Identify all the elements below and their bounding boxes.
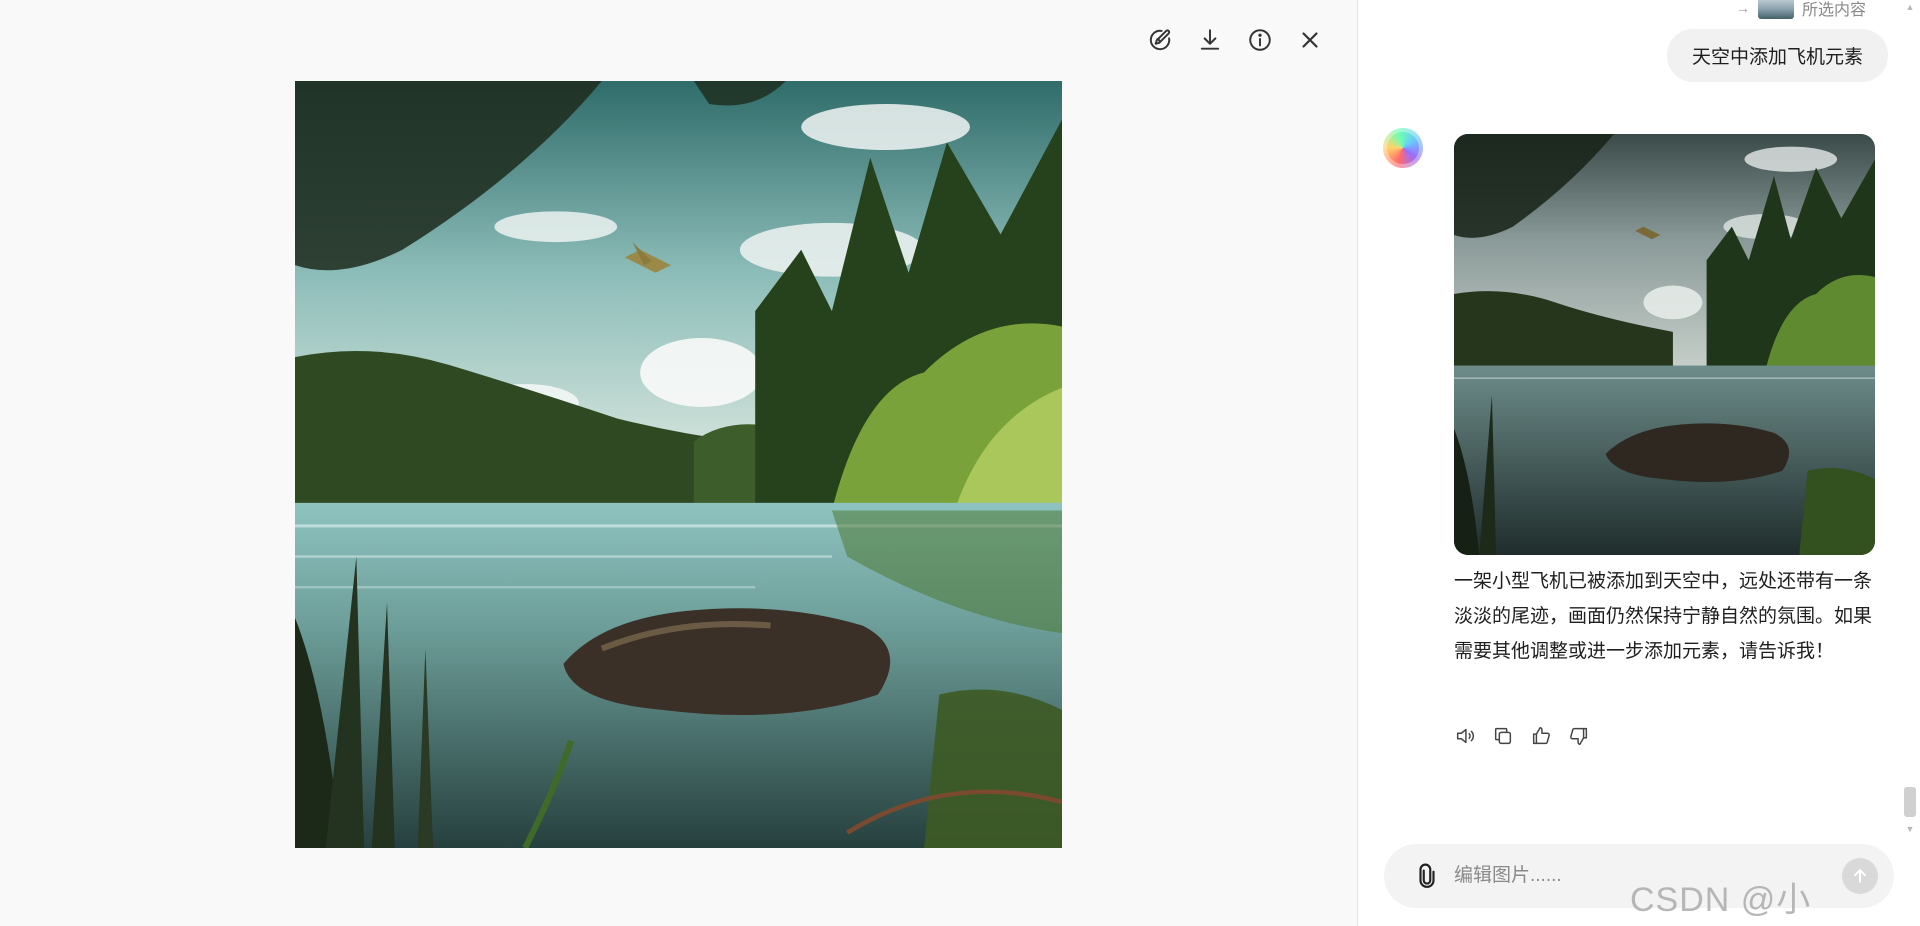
info-icon[interactable]	[1244, 24, 1276, 56]
scrollbar-thumb[interactable]	[1904, 787, 1916, 817]
close-icon[interactable]	[1294, 24, 1326, 56]
arrow-icon: →	[1736, 0, 1750, 16]
reference-thumbnail	[1758, 0, 1794, 19]
assistant-reply: 一架小型飞机已被添加到天空中，远处还带有一条淡淡的尾迹，画面仍然保持宁静自然的氛…	[1454, 571, 1873, 662]
assistant-avatar	[1383, 128, 1423, 168]
generated-image[interactable]	[295, 81, 1062, 848]
copy-icon[interactable]	[1492, 725, 1514, 747]
reply-actions	[1454, 725, 1590, 747]
viewer-toolbar	[1144, 24, 1326, 56]
scroll-down-arrow[interactable]: ▼	[1905, 824, 1915, 834]
lake-scene-illustration	[295, 81, 1062, 848]
edit-image-icon[interactable]	[1144, 24, 1176, 56]
result-image-thumbnail[interactable]	[1454, 134, 1875, 555]
download-icon[interactable]	[1194, 24, 1226, 56]
send-button[interactable]	[1842, 858, 1878, 894]
selected-content-reference[interactable]: → 所选内容	[1736, 0, 1866, 20]
thumbs-down-icon[interactable]	[1568, 725, 1590, 747]
lake-scene-thumbnail	[1454, 134, 1875, 555]
reference-label: 所选内容	[1802, 2, 1867, 19]
paperclip-icon[interactable]	[1414, 863, 1440, 889]
watermark: CSDN @小	[1630, 881, 1812, 919]
speaker-icon[interactable]	[1454, 725, 1476, 747]
image-viewer	[0, 0, 1358, 926]
arrow-up-icon	[1854, 869, 1866, 883]
thumbs-up-icon[interactable]	[1530, 725, 1552, 747]
user-message: 天空中添加飞机元素	[1666, 29, 1888, 82]
chat-panel: → 所选内容 天空中添加飞机元素 一架小型飞机已被添加到天空中，远处还带有一条淡…	[1358, 0, 1920, 926]
scroll-up-arrow[interactable]: ▲	[1905, 2, 1915, 12]
